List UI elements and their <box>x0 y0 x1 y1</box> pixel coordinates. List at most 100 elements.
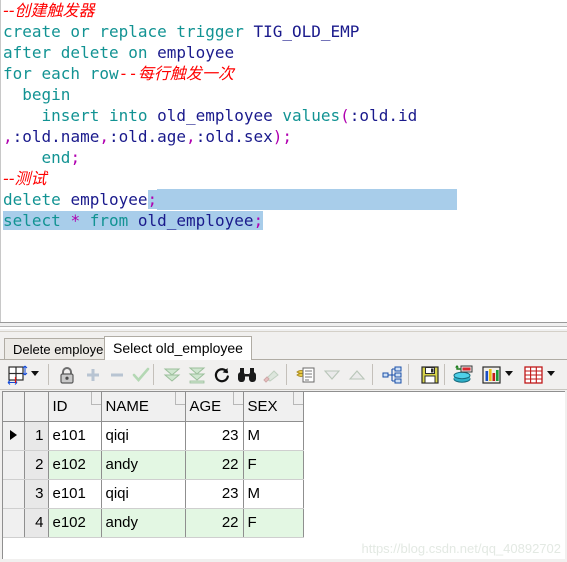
editor-results-splitter[interactable] <box>0 322 567 332</box>
toolbar-separator <box>444 364 445 385</box>
query-plan-icon[interactable] <box>380 363 404 387</box>
code-token: , <box>3 127 13 146</box>
code-token: --创建触发器 <box>3 1 95 20</box>
code-token: :old.name <box>12 127 100 146</box>
code-token: --测试 <box>3 169 47 188</box>
save-icon[interactable] <box>418 363 442 387</box>
code-token: * <box>70 211 81 230</box>
chart-icon[interactable] <box>480 363 504 387</box>
column-resize-handle[interactable] <box>292 392 302 405</box>
header-col-sex-label: SEX <box>247 397 278 415</box>
code-token: TIG_OLD_EMP <box>253 22 360 41</box>
column-resize-handle[interactable] <box>232 392 242 405</box>
cell-sex[interactable]: M <box>243 421 304 451</box>
grid-layout-icon[interactable] <box>5 363 29 387</box>
row-indicator[interactable] <box>3 479 25 509</box>
sort-ascending-icon[interactable] <box>345 363 369 387</box>
toolbar-separator <box>286 364 287 385</box>
column-resize-handle[interactable] <box>174 392 184 405</box>
code-line: --测试 <box>3 168 567 189</box>
table-row[interactable]: 1 e101 qiqi 23 M <box>3 421 304 451</box>
tab-select-old-employee[interactable]: Select old_employee <box>104 336 252 360</box>
header-col-name[interactable]: NAME <box>101 392 186 422</box>
code-line: delete employee; <box>3 189 567 210</box>
code-token: :old.id <box>349 106 418 125</box>
cell-id[interactable]: e102 <box>48 508 102 538</box>
header-col-sex[interactable]: SEX <box>243 392 304 422</box>
code-token: ; <box>147 190 158 209</box>
row-number[interactable]: 4 <box>24 508 49 538</box>
cell-id[interactable]: e101 <box>48 421 102 451</box>
cell-name[interactable]: andy <box>101 508 186 538</box>
code-token: insert into <box>3 106 158 125</box>
table-icon[interactable] <box>522 363 546 387</box>
table-row[interactable]: 4 e102 andy 22 F <box>3 508 304 538</box>
fetch-next-page-icon[interactable] <box>160 363 184 387</box>
current-row-arrow-icon <box>9 430 17 440</box>
toolbar-separator <box>48 364 49 385</box>
row-number[interactable]: 1 <box>24 421 49 451</box>
code-token: values <box>282 106 341 125</box>
code-line: create or replace trigger TIG_OLD_EMP <box>3 21 567 42</box>
table-header-row: ID NAME AGE SEX <box>3 392 304 422</box>
header-col-age[interactable]: AGE <box>185 392 244 422</box>
code-line: --创建触发器 <box>3 0 567 21</box>
cell-age[interactable]: 22 <box>185 450 244 480</box>
code-line: for each row--每行触发一次 <box>3 63 567 84</box>
code-token: ; <box>70 148 81 167</box>
column-resize-handle[interactable] <box>90 392 100 405</box>
result-data-grid[interactable]: ID NAME AGE SEX 1 e101 qiqi 23 M 2 e102 … <box>2 391 565 559</box>
table-row[interactable]: 3 e101 qiqi 23 M <box>3 479 304 509</box>
refresh-icon[interactable] <box>210 363 234 387</box>
lock-icon[interactable] <box>55 363 79 387</box>
cell-age[interactable]: 22 <box>185 508 244 538</box>
code-line: begin <box>3 84 567 105</box>
fetch-last-page-icon[interactable] <box>185 363 209 387</box>
sort-descending-icon[interactable] <box>320 363 344 387</box>
header-rownum <box>24 392 49 422</box>
code-token: old_employee <box>137 211 254 230</box>
cell-name[interactable]: andy <box>101 450 186 480</box>
code-token: ; <box>253 211 264 230</box>
export-data-icon[interactable] <box>452 363 476 387</box>
cell-id[interactable]: e102 <box>48 450 102 480</box>
code-line: ,:old.name,:old.age,:old.sex); <box>3 126 567 147</box>
splitter-grip <box>0 326 567 329</box>
cell-name[interactable]: qiqi <box>101 421 186 451</box>
header-col-age-label: AGE <box>189 397 222 415</box>
grid-layout-dropdown[interactable] <box>31 371 39 376</box>
cell-id[interactable]: e101 <box>48 479 102 509</box>
post-edit-icon[interactable] <box>129 363 153 387</box>
row-number[interactable]: 3 <box>24 479 49 509</box>
row-number[interactable]: 2 <box>24 450 49 480</box>
table-row[interactable]: 2 e102 andy 22 F <box>3 450 304 480</box>
row-indicator[interactable] <box>3 421 25 451</box>
highlight-icon[interactable] <box>260 363 284 387</box>
cell-sex[interactable]: F <box>243 450 304 480</box>
find-icon[interactable] <box>235 363 259 387</box>
chart-dropdown[interactable] <box>505 371 513 376</box>
code-token: end <box>3 148 71 167</box>
cell-age[interactable]: 23 <box>185 479 244 509</box>
header-col-id[interactable]: ID <box>48 392 102 422</box>
copy-records-icon[interactable] <box>294 363 318 387</box>
code-token: employee <box>70 190 148 209</box>
row-indicator[interactable] <box>3 450 25 480</box>
tab-delete-employee[interactable]: Delete employee <box>4 338 120 360</box>
table-dropdown[interactable] <box>547 371 555 376</box>
cell-age[interactable]: 23 <box>185 421 244 451</box>
add-record-icon[interactable] <box>81 363 105 387</box>
code-token: old_employee <box>157 106 273 125</box>
cell-sex[interactable]: M <box>243 479 304 509</box>
toolbar-separator <box>372 364 373 385</box>
row-indicator[interactable] <box>3 508 25 538</box>
cell-name[interactable]: qiqi <box>101 479 186 509</box>
sql-code-area[interactable]: --创建触发器 create or replace trigger TIG_OLD… <box>3 0 567 231</box>
code-line: after delete on employee <box>3 42 567 63</box>
header-col-name-label: NAME <box>105 397 149 415</box>
sql-editor[interactable]: --创建触发器 create or replace trigger TIG_OLD… <box>0 0 567 322</box>
cell-sex[interactable]: F <box>243 508 304 538</box>
code-token: for each row <box>3 64 119 83</box>
remove-record-icon[interactable] <box>105 363 129 387</box>
